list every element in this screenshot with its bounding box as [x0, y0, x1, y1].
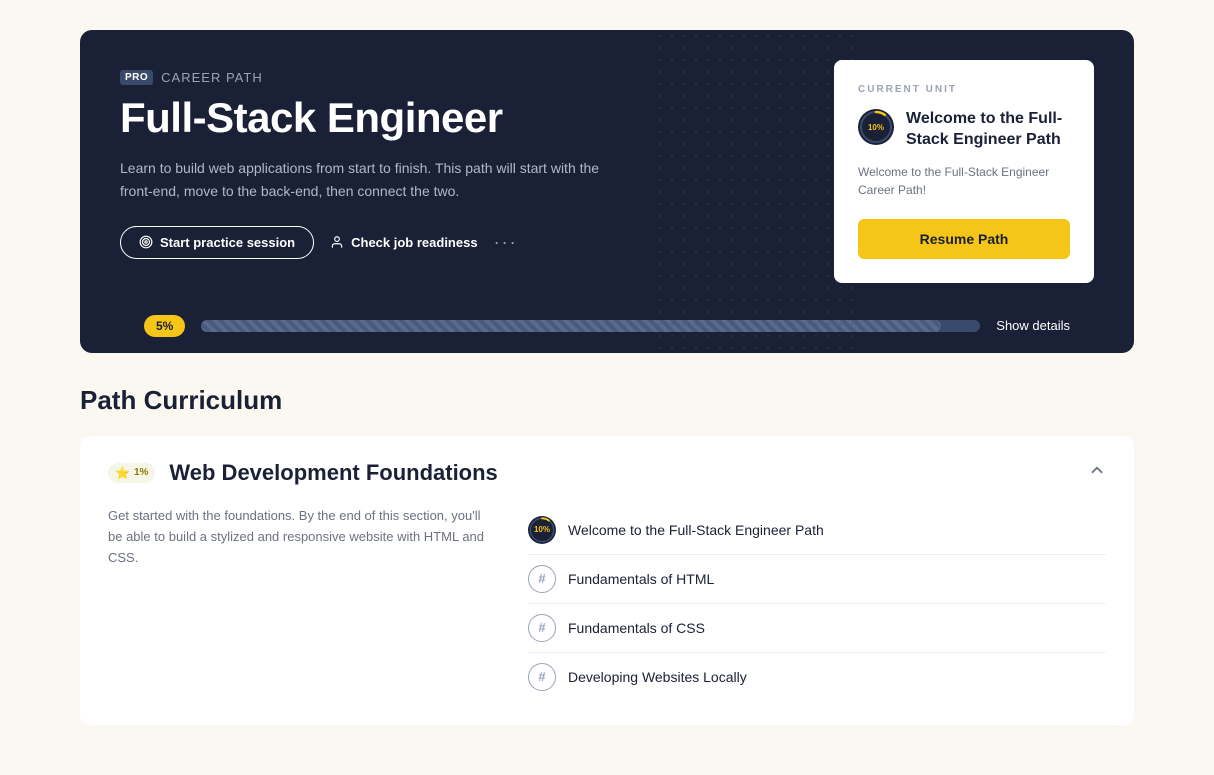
- lesson-name: Fundamentals of HTML: [568, 571, 714, 587]
- target-icon: [139, 235, 153, 249]
- curriculum-body: Get started with the foundations. By the…: [108, 506, 1106, 701]
- collapse-unit-button[interactable]: [1088, 461, 1106, 484]
- hero-card: PRO Career Path Full-Stack Engineer Lear…: [80, 30, 1134, 353]
- progress-track: [201, 320, 980, 332]
- hero-left: PRO Career Path Full-Stack Engineer Lear…: [120, 70, 600, 299]
- lesson-item[interactable]: # Fundamentals of HTML: [528, 555, 1106, 604]
- curriculum-desc-text: Get started with the foundations. By the…: [108, 506, 488, 568]
- progress-pill: 5%: [144, 315, 185, 337]
- career-path-label: Career Path: [161, 70, 263, 85]
- unit-badge: ⭐ 1%: [108, 463, 155, 483]
- lesson-progress-icon: 10%: [528, 516, 556, 544]
- hash-icon: #: [538, 620, 545, 635]
- hero-description: Learn to build web applications from sta…: [120, 157, 600, 202]
- page-wrapper: PRO Career Path Full-Stack Engineer Lear…: [0, 0, 1214, 775]
- lesson-item[interactable]: 10% Welcome to the Full-Stack Engineer P…: [528, 506, 1106, 555]
- lesson-default-icon: #: [528, 663, 556, 691]
- curriculum-card: ⭐ 1% Web Development Foundations Get sta…: [80, 436, 1134, 725]
- lesson-item[interactable]: # Developing Websites Locally: [528, 653, 1106, 701]
- lesson-pct-text: 10%: [534, 525, 550, 534]
- pro-badge-row: PRO Career Path: [120, 70, 600, 85]
- start-practice-button[interactable]: Start practice session: [120, 226, 314, 259]
- unit-progress-pct: 10%: [868, 123, 884, 132]
- current-unit-card: CURRENT UNIT 10% Welcome to the Full-Sta…: [834, 60, 1094, 283]
- progress-section: 5% Show details: [120, 299, 1094, 353]
- curriculum-lessons: 10% Welcome to the Full-Stack Engineer P…: [528, 506, 1106, 701]
- lesson-name: Developing Websites Locally: [568, 669, 747, 685]
- pro-badge: PRO: [120, 70, 153, 85]
- unit-title-row: 10% Welcome to the Full-Stack Engineer P…: [858, 109, 1070, 151]
- curriculum-card-header: ⭐ 1% Web Development Foundations: [108, 460, 1106, 486]
- progress-fill: [201, 320, 941, 332]
- star-icon: ⭐: [115, 466, 130, 480]
- hash-icon: #: [538, 571, 545, 586]
- hero-title: Full-Stack Engineer: [120, 95, 600, 141]
- check-job-readiness-label: Check job readiness: [351, 235, 477, 250]
- resume-path-button[interactable]: Resume Path: [858, 219, 1070, 259]
- lesson-item[interactable]: # Fundamentals of CSS: [528, 604, 1106, 653]
- unit-description: Welcome to the Full-Stack Engineer Caree…: [858, 163, 1070, 199]
- hash-icon: #: [538, 669, 545, 684]
- chevron-up-icon: [1088, 461, 1106, 479]
- unit-title: Welcome to the Full-Stack Engineer Path: [906, 109, 1070, 151]
- curriculum-description: Get started with the foundations. By the…: [108, 506, 488, 701]
- more-options-button[interactable]: ···: [494, 232, 518, 253]
- curriculum-unit-title: Web Development Foundations: [169, 460, 497, 486]
- lesson-name: Fundamentals of CSS: [568, 620, 705, 636]
- unit-progress-circle: 10%: [858, 109, 894, 145]
- show-details-button[interactable]: Show details: [996, 318, 1070, 333]
- current-unit-label: CURRENT UNIT: [858, 84, 1070, 95]
- start-practice-label: Start practice session: [160, 235, 295, 250]
- curriculum-section: Path Curriculum ⭐ 1% Web Development Fou…: [80, 353, 1134, 745]
- lesson-default-icon: #: [528, 565, 556, 593]
- check-job-readiness-button[interactable]: Check job readiness: [330, 235, 477, 250]
- unit-badge-pct: 1%: [134, 467, 148, 478]
- lesson-default-icon: #: [528, 614, 556, 642]
- curriculum-header-left: ⭐ 1% Web Development Foundations: [108, 460, 498, 486]
- job-readiness-icon: [330, 235, 344, 249]
- lesson-name: Welcome to the Full-Stack Engineer Path: [568, 522, 824, 538]
- hero-actions: Start practice session Check job readine…: [120, 226, 600, 259]
- curriculum-title: Path Curriculum: [80, 385, 1134, 416]
